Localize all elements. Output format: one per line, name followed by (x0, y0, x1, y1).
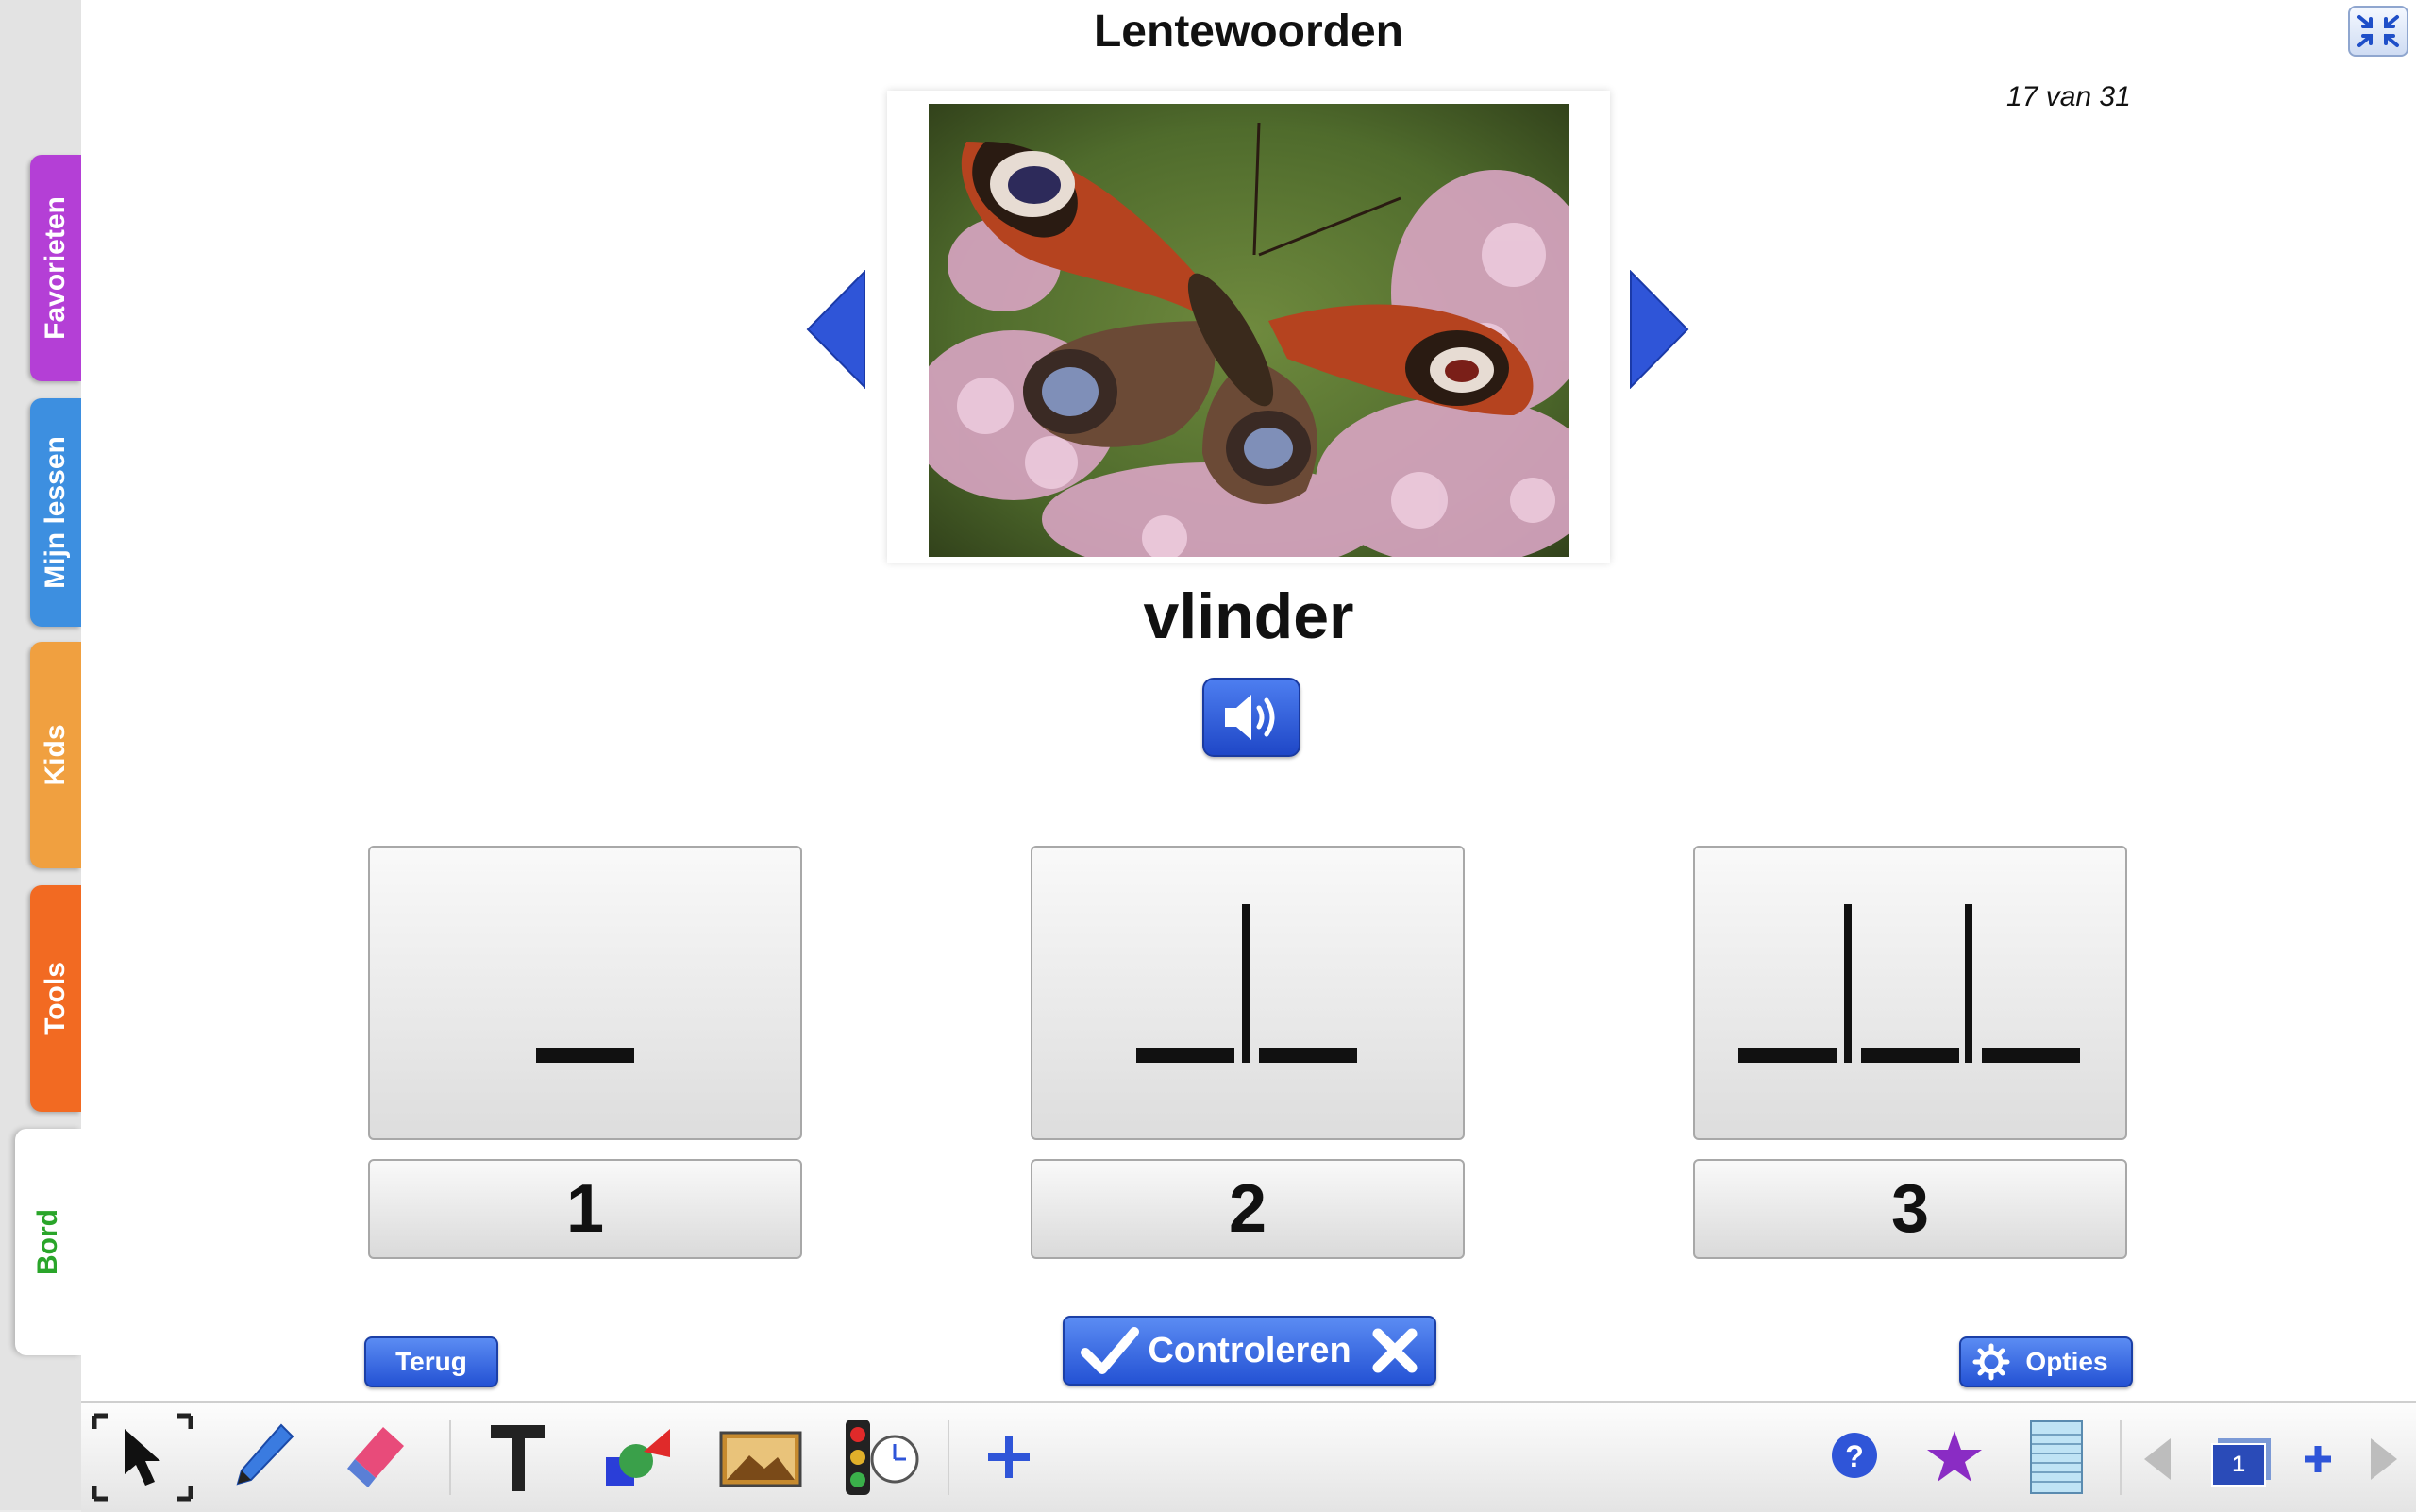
options-button[interactable]: Opties (1959, 1336, 2133, 1387)
check-button[interactable]: Controleren (1063, 1316, 1436, 1386)
back-button[interactable]: Terug (364, 1336, 498, 1387)
tab-mijn-lessen[interactable]: Mijn lessen (30, 398, 81, 627)
choice-button-2[interactable]: 2 (1031, 1159, 1465, 1259)
next-page-button[interactable] (2356, 1412, 2412, 1503)
pen-icon (236, 1423, 294, 1486)
gear-icon (1972, 1343, 2010, 1381)
syllable-card-1[interactable] (368, 846, 802, 1140)
two-syllable-pattern (1136, 904, 1357, 1063)
toolbar-divider (948, 1420, 949, 1495)
page-indicator[interactable]: 1 (2205, 1412, 2280, 1503)
notes-button[interactable] (2016, 1412, 2097, 1503)
plus-icon (988, 1436, 1030, 1478)
image-tool[interactable] (715, 1412, 806, 1503)
tab-kids-label: Kids (40, 724, 71, 786)
next-button[interactable] (1629, 269, 1689, 390)
choice-button-1[interactable]: 1 (368, 1159, 802, 1259)
tab-favorieten-label: Favorieten (40, 196, 71, 340)
one-syllable-pattern (536, 1048, 634, 1063)
star-icon (1927, 1431, 1982, 1482)
collapse-button[interactable] (2348, 6, 2408, 57)
butterfly-photo (929, 104, 1569, 557)
next-page-icon (2371, 1438, 2397, 1480)
tab-bord-label: Bord (32, 1209, 63, 1275)
traffic-light-timer-icon (846, 1420, 919, 1495)
next-arrow-icon (1630, 269, 1689, 390)
speaker-icon (1225, 695, 1275, 740)
help-button[interactable]: ? (1814, 1412, 1895, 1503)
toolbar-divider (2120, 1420, 2122, 1495)
side-tab-rail: Favorieten Mijn lessen Kids Tools Bord (0, 0, 81, 1510)
syllable-card-3[interactable] (1693, 846, 2127, 1140)
timer-tool[interactable] (836, 1412, 927, 1503)
notes-icon (2030, 1420, 2083, 1494)
progress-counter: 17 van 31 (2006, 81, 2131, 112)
syllable-card-2[interactable] (1031, 846, 1465, 1140)
collapse-icon (2357, 15, 2399, 47)
prev-page-icon (2144, 1438, 2171, 1480)
pointer-icon (92, 1413, 193, 1502)
target-word: vlinder (1143, 580, 1354, 652)
page-number: 1 (2232, 1452, 2245, 1477)
eraser-tool[interactable] (336, 1412, 417, 1503)
text-icon (491, 1425, 545, 1491)
shapes-icon (606, 1429, 670, 1486)
choice-button-3[interactable]: 3 (1693, 1159, 2127, 1259)
shapes-tool[interactable] (596, 1412, 678, 1503)
prev-arrow-icon (806, 269, 865, 390)
bottom-toolbar: ? 1 (81, 1401, 2416, 1512)
photo-frame (887, 91, 1610, 563)
three-syllable-pattern (1738, 904, 2080, 1063)
toolbar-divider (449, 1420, 451, 1495)
tab-tools[interactable]: Tools (30, 885, 81, 1112)
checkmark-icon (1081, 1327, 1139, 1374)
tab-favorieten[interactable]: Favorieten (30, 155, 81, 381)
plus-icon (2305, 1446, 2331, 1472)
eraser-icon (347, 1427, 404, 1487)
exercise-board: Lentewoorden 17 van 31 vlinder 1 2 3 Ter… (81, 0, 2416, 1401)
previous-page-button[interactable] (2129, 1412, 2186, 1503)
play-sound-button[interactable] (1202, 678, 1300, 757)
add-page-button[interactable] (2290, 1412, 2346, 1503)
help-icon: ? (1832, 1433, 1877, 1478)
image-icon (719, 1431, 802, 1487)
svg-text:?: ? (1845, 1439, 1864, 1473)
tab-mijn-lessen-label: Mijn lessen (40, 436, 71, 589)
check-button-label: Controleren (1148, 1331, 1351, 1370)
add-tool-button[interactable] (968, 1412, 1049, 1503)
tab-kids[interactable]: Kids (30, 642, 81, 868)
text-tool[interactable] (478, 1412, 559, 1503)
tab-bord[interactable]: Bord (15, 1129, 81, 1355)
back-button-label: Terug (395, 1347, 467, 1376)
pen-tool[interactable] (223, 1412, 304, 1503)
select-tool[interactable] (91, 1412, 194, 1503)
previous-button[interactable] (806, 269, 866, 390)
favorite-button[interactable] (1914, 1412, 1995, 1503)
cross-icon (1372, 1328, 1418, 1373)
page-title: Lentewoorden (1093, 7, 1403, 57)
tab-tools-label: Tools (40, 962, 71, 1035)
